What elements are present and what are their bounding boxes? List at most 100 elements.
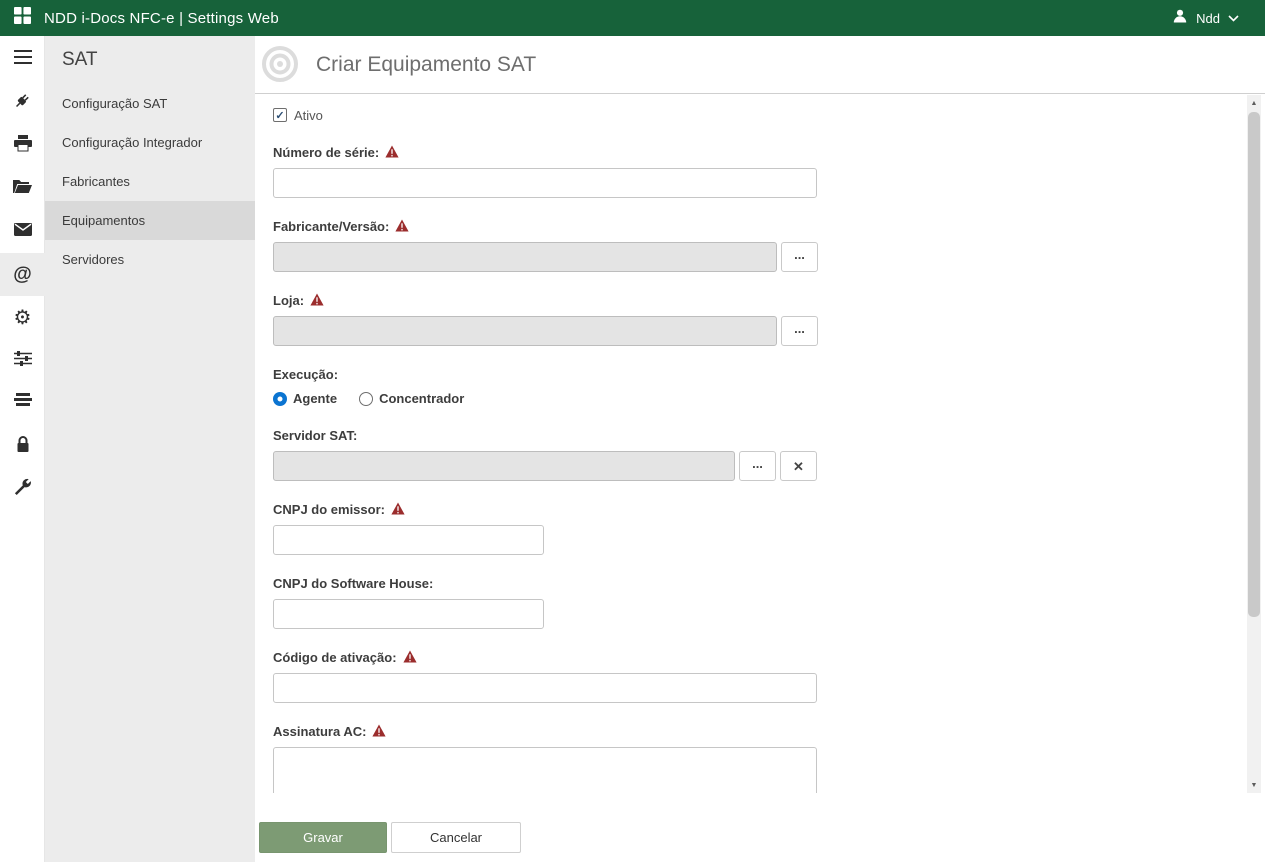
sidebar-item-fabricantes[interactable]: Fabricantes xyxy=(45,162,255,201)
cancel-button[interactable]: Cancelar xyxy=(391,822,521,853)
printer-icon xyxy=(14,135,32,157)
chevron-down-icon xyxy=(1228,9,1239,27)
sidebar: SAT Configuração SAT Configuração Integr… xyxy=(45,36,255,862)
app-launcher-button[interactable] xyxy=(0,0,44,36)
sidebar-item-label: Servidores xyxy=(62,252,124,267)
cnpj-software-house-label: CNPJ do Software House: xyxy=(273,576,433,591)
ativo-label: Ativo xyxy=(294,108,323,123)
grid-icon xyxy=(14,7,31,29)
scroll-down-arrow-icon[interactable]: ▼ xyxy=(1247,778,1261,792)
sliders-icon xyxy=(14,350,32,372)
cnpj-emissor-label: CNPJ do emissor: xyxy=(273,502,385,517)
sidebar-item-label: Equipamentos xyxy=(62,213,145,228)
field-execucao: Execução: Agente Concentrador xyxy=(273,366,1245,407)
rail-item-printer[interactable] xyxy=(0,124,45,167)
lock-icon xyxy=(15,435,31,458)
servidor-sat-input xyxy=(273,451,735,481)
assinatura-ac-textarea[interactable] xyxy=(273,747,817,793)
save-button[interactable]: Gravar xyxy=(259,822,387,853)
at-icon: @ xyxy=(13,264,32,286)
sidebar-item-configuracao-sat[interactable]: Configuração SAT xyxy=(45,84,255,123)
user-icon xyxy=(1172,8,1188,29)
fabricante-versao-label: Fabricante/Versão: xyxy=(273,219,389,234)
scroll-up-arrow-icon[interactable]: ▲ xyxy=(1247,96,1261,110)
scrollbar-thumb[interactable] xyxy=(1248,112,1260,617)
field-servidor-sat: Servidor SAT: ... ✕ xyxy=(273,427,1245,481)
form-scrollbar[interactable]: ▲ ▼ xyxy=(1247,95,1261,793)
checkbox-checked-icon[interactable] xyxy=(273,108,287,122)
radio-agente-label: Agente xyxy=(293,391,337,406)
warning-icon xyxy=(310,293,324,306)
rail-item-at[interactable]: @ xyxy=(0,253,45,296)
codigo-ativacao-input[interactable] xyxy=(273,673,817,703)
stack-icon xyxy=(14,393,32,414)
field-fabricante-versao: Fabricante/Versão: ... xyxy=(273,218,1245,272)
plug-icon xyxy=(13,91,32,115)
fabricante-versao-input xyxy=(273,242,777,272)
ellipsis-icon: ... xyxy=(752,457,763,470)
sidebar-items: Configuração SAT Configuração Integrador… xyxy=(45,84,255,279)
radio-agente[interactable]: Agente xyxy=(273,391,337,406)
sidebar-item-servidores[interactable]: Servidores xyxy=(45,240,255,279)
rail-item-settings[interactable]: ⚙ xyxy=(0,296,45,339)
rail-item-mail[interactable] xyxy=(0,210,45,253)
gear-icon: ⚙ xyxy=(14,308,32,328)
warning-icon xyxy=(372,724,386,737)
sidebar-item-equipamentos[interactable]: Equipamentos xyxy=(45,201,255,240)
assinatura-ac-label: Assinatura AC: xyxy=(273,724,366,739)
radio-concentrador[interactable]: Concentrador xyxy=(359,391,464,406)
field-assinatura-ac: Assinatura AC: xyxy=(273,723,1245,793)
field-codigo-ativacao: Código de ativação: xyxy=(273,649,1245,703)
rail-item-menu[interactable] xyxy=(0,38,45,81)
form-area: Ativo Número de série: Fabricante/Versão… xyxy=(255,95,1245,793)
rail-item-preferences[interactable] xyxy=(0,339,45,382)
rail-item-security[interactable] xyxy=(0,425,45,468)
user-menu[interactable]: Ndd xyxy=(1172,0,1239,36)
field-numero-serie: Número de série: xyxy=(273,144,1245,198)
app-title: NDD i-Docs NFC-e | Settings Web xyxy=(44,10,279,27)
form-actions: Gravar Cancelar xyxy=(259,822,521,853)
field-cnpj-emissor: CNPJ do emissor: xyxy=(273,501,1245,555)
sidebar-title: SAT xyxy=(45,36,255,71)
ellipsis-icon: ... xyxy=(794,248,805,261)
field-loja: Loja: ... xyxy=(273,292,1245,346)
numero-serie-input[interactable] xyxy=(273,168,817,198)
ativo-checkbox-row[interactable]: Ativo xyxy=(273,106,363,124)
warning-icon xyxy=(395,219,409,232)
rail-item-tools[interactable] xyxy=(0,468,45,511)
folder-icon xyxy=(13,179,32,199)
page-header: Criar Equipamento SAT xyxy=(255,36,1265,94)
sidebar-item-label: Configuração SAT xyxy=(62,96,167,111)
icon-rail: @ ⚙ xyxy=(0,36,45,862)
warning-icon xyxy=(391,502,405,515)
ellipsis-icon: ... xyxy=(794,322,805,335)
servidor-clear-button[interactable]: ✕ xyxy=(780,451,817,481)
topbar: NDD i-Docs NFC-e | Settings Web Ndd xyxy=(0,0,1265,36)
fabricante-browse-button[interactable]: ... xyxy=(781,242,818,272)
sidebar-item-label: Configuração Integrador xyxy=(62,135,202,150)
servidor-sat-label: Servidor SAT: xyxy=(273,428,357,443)
menu-icon xyxy=(14,50,32,69)
loja-browse-button[interactable]: ... xyxy=(781,316,818,346)
spiral-icon xyxy=(257,43,303,90)
rail-item-folder[interactable] xyxy=(0,167,45,210)
close-icon: ✕ xyxy=(793,460,804,473)
page-title: Criar Equipamento SAT xyxy=(316,53,536,77)
sidebar-item-configuracao-integrador[interactable]: Configuração Integrador xyxy=(45,123,255,162)
field-cnpj-software-house: CNPJ do Software House: xyxy=(273,575,1245,629)
servidor-browse-button[interactable]: ... xyxy=(739,451,776,481)
loja-input xyxy=(273,316,777,346)
mail-icon xyxy=(14,223,32,241)
radio-unselected-icon[interactable] xyxy=(359,392,373,406)
wrench-icon xyxy=(14,478,32,501)
warning-icon xyxy=(403,650,417,663)
rail-item-plug[interactable] xyxy=(0,81,45,124)
cnpj-software-house-input[interactable] xyxy=(273,599,544,629)
codigo-ativacao-label: Código de ativação: xyxy=(273,650,397,665)
cnpj-emissor-input[interactable] xyxy=(273,525,544,555)
warning-icon xyxy=(385,145,399,158)
loja-label: Loja: xyxy=(273,293,304,308)
rail-item-stack[interactable] xyxy=(0,382,45,425)
radio-concentrador-label: Concentrador xyxy=(379,391,464,406)
radio-selected-icon[interactable] xyxy=(273,392,287,406)
